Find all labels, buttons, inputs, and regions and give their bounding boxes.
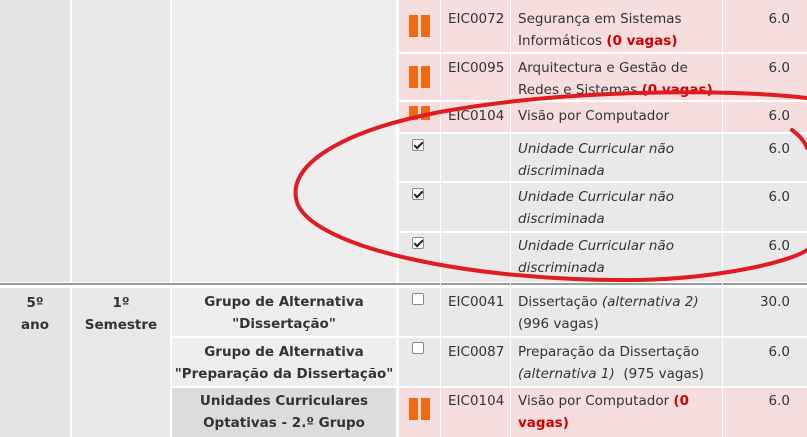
annotation-circle	[293, 90, 807, 283]
